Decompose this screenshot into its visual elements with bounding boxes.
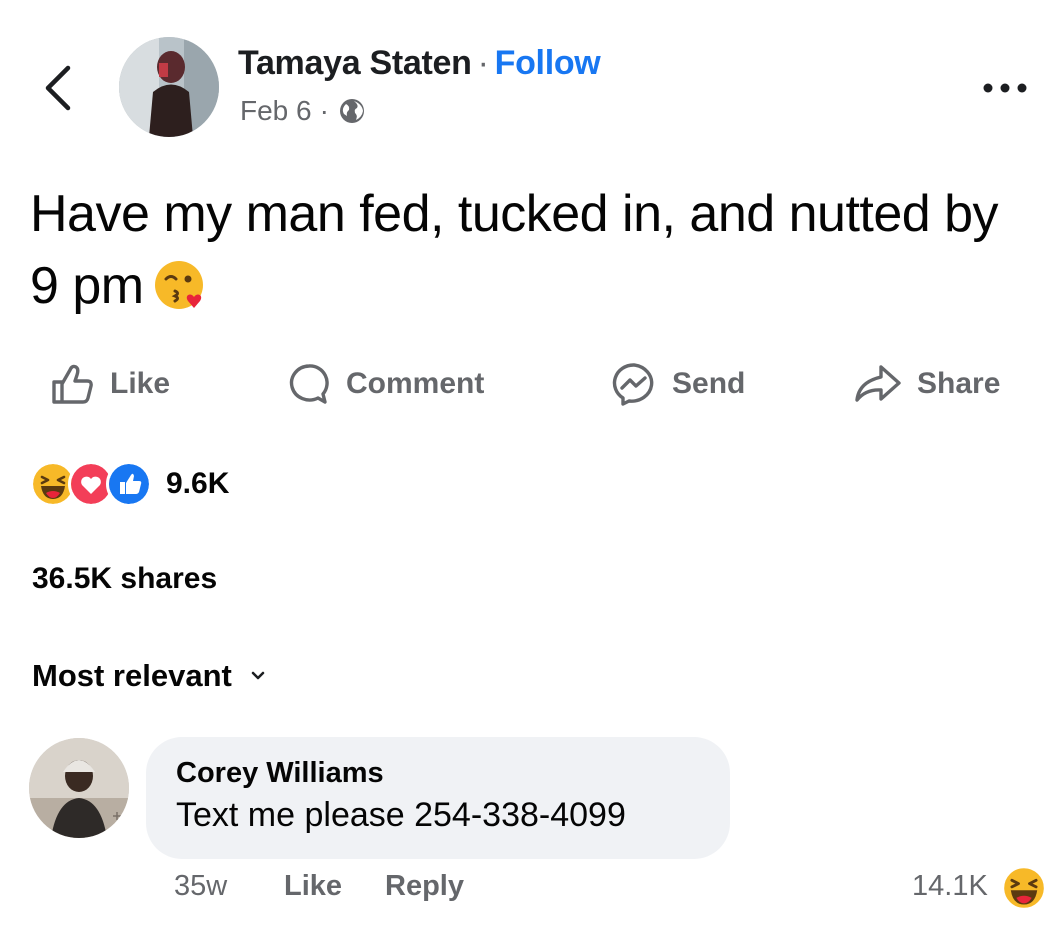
share-label: Share (917, 367, 1001, 400)
sort-label: Most relevant (32, 658, 232, 693)
separator: · (319, 95, 329, 126)
comments-sort-dropdown[interactable]: Most relevant (32, 658, 266, 694)
haha-icon[interactable] (1002, 866, 1046, 910)
messenger-icon (612, 363, 654, 406)
reaction-count: 9.6K (166, 467, 230, 500)
commenter-name[interactable]: Corey Williams (176, 757, 730, 790)
reactions-summary[interactable]: 9.6K (30, 461, 230, 507)
comment-bubble: Corey Williams Text me please 254-338-40… (146, 737, 730, 859)
post-meta: Feb 6 · (240, 95, 367, 127)
share-icon (855, 365, 901, 402)
comment-icon (289, 364, 329, 404)
post-body: Have my man fed, tucked in, and nutted b… (30, 178, 1040, 322)
author-avatar[interactable] (119, 37, 219, 137)
like-label: Like (110, 367, 171, 400)
follow-button[interactable]: Follow (495, 44, 601, 82)
thumbs-up-icon (52, 364, 93, 404)
globe-icon (339, 99, 364, 123)
like-button[interactable]: Like (48, 358, 170, 410)
commenter-avatar[interactable] (29, 738, 129, 838)
author-name[interactable]: Tamaya Staten (238, 44, 472, 82)
author-line: Tamaya Staten · Follow (238, 44, 601, 83)
comment-like-button[interactable]: Like (284, 870, 342, 903)
comment-text: Text me please 254-338-4099 (176, 796, 626, 834)
comment-reply-button[interactable]: Reply (385, 870, 464, 903)
comment-button[interactable]: Comment (286, 358, 484, 410)
shares-count[interactable]: 36.5K shares (32, 562, 217, 596)
share-button[interactable]: Share (853, 358, 1000, 410)
send-button[interactable]: Send (610, 358, 745, 410)
comment-label: Comment (346, 367, 485, 400)
more-options-icon[interactable] (980, 78, 1030, 98)
separator: · (477, 44, 489, 82)
send-label: Send (672, 367, 746, 400)
chevron-down-icon (251, 671, 265, 680)
like-icon (106, 461, 152, 507)
comment-reaction-count[interactable]: 14.1K (912, 870, 988, 903)
comment-time[interactable]: 35w (174, 870, 227, 903)
post-date[interactable]: Feb 6 (240, 95, 312, 127)
kissing-heart-emoji (154, 261, 203, 309)
back-arrow-icon[interactable] (40, 62, 76, 114)
